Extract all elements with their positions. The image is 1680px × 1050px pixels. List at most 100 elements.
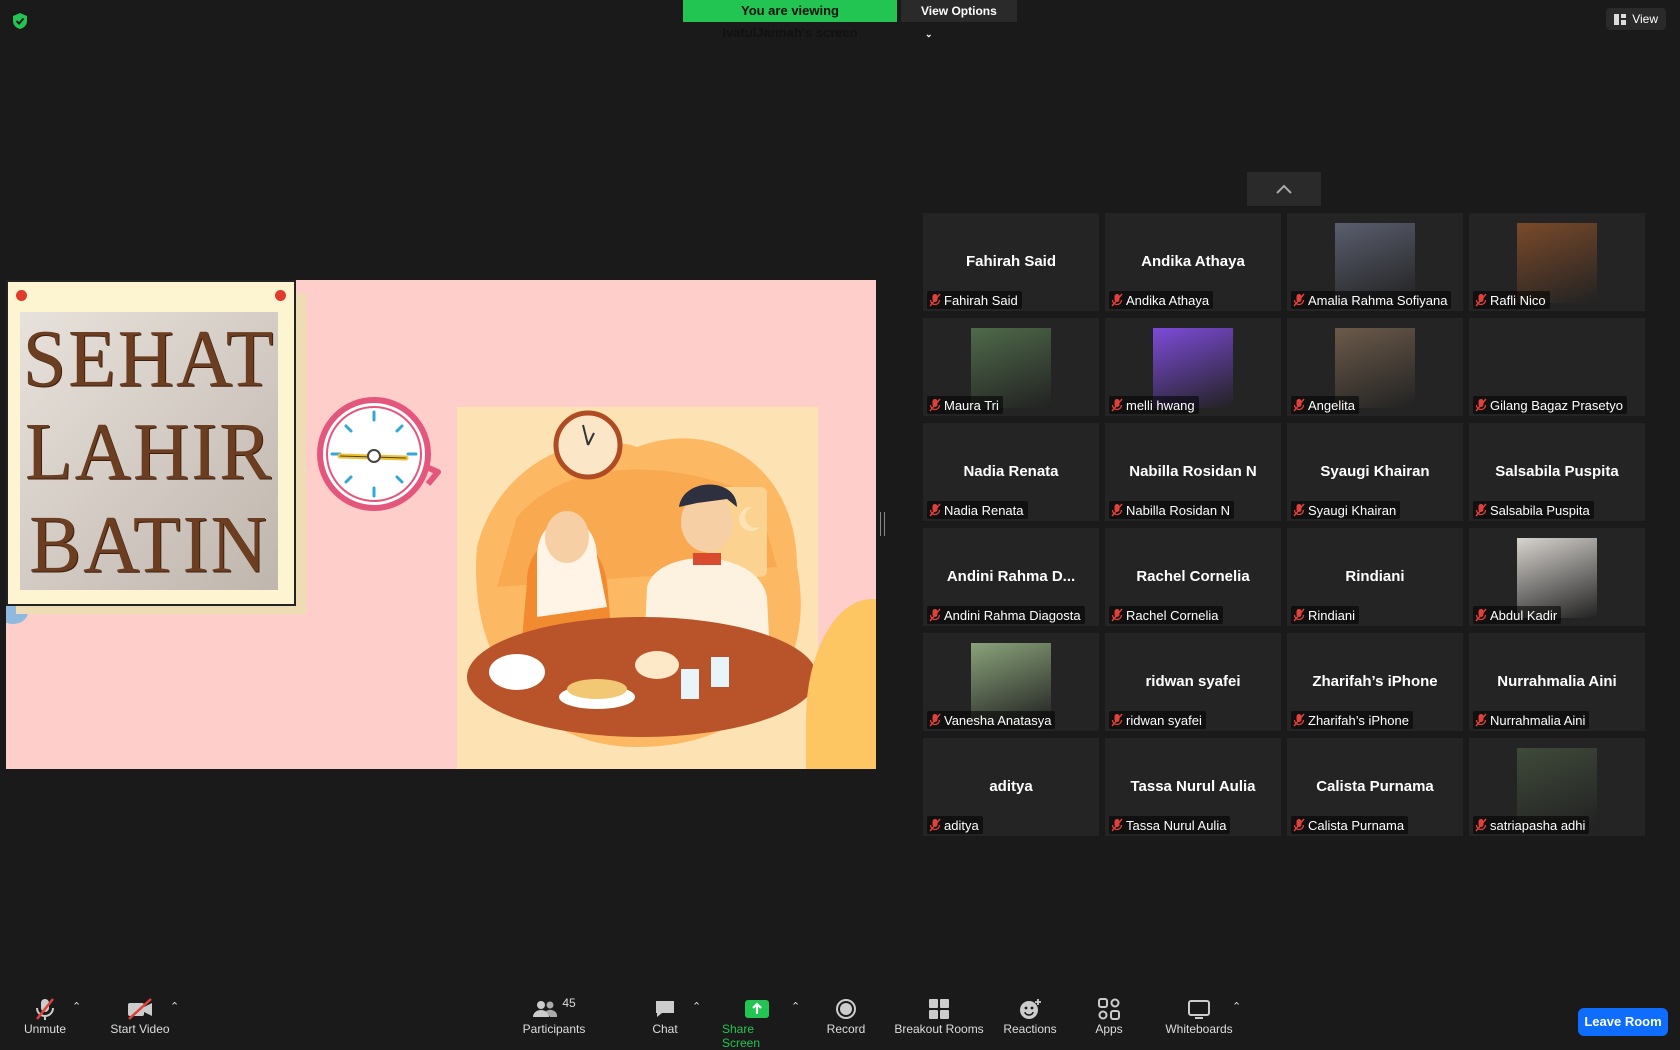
participant-name-label: Vanesha Anatasya (927, 711, 1056, 729)
leave-room-button[interactable]: Leave Room (1578, 1008, 1668, 1036)
participant-name: Calista Purnama (1308, 817, 1405, 833)
participant-tile[interactable]: Calista Purnama Calista Purnama (1287, 738, 1463, 836)
participant-name: Nadia Renata (944, 502, 1024, 518)
participant-name-label: ridwan syafei (1109, 711, 1206, 729)
video-options-caret[interactable]: ⌃ (170, 1000, 179, 1013)
view-layout-button[interactable]: View (1606, 8, 1666, 30)
participant-name: Nurrahmalia Aini (1490, 712, 1586, 728)
participants-button[interactable]: 45 Participants (522, 996, 586, 1036)
participant-display-name: Andini Rahma D... (946, 568, 1076, 585)
participant-tile[interactable]: Rafli Nico (1469, 213, 1645, 311)
start-video-button[interactable]: Start Video (108, 996, 172, 1036)
participant-tile[interactable]: Andini Rahma D... Andini Rahma Diagosta (923, 528, 1099, 626)
microphone-muted-icon (1293, 398, 1305, 412)
microphone-muted-icon (929, 503, 941, 517)
participant-tile[interactable]: Abdul Kadir (1469, 528, 1645, 626)
microphone-muted-icon (1111, 713, 1123, 727)
breakout-rooms-label: Breakout Rooms (894, 1022, 984, 1036)
participant-display-name: Nadia Renata (963, 463, 1059, 480)
participant-name-label: Rindiani (1291, 606, 1359, 624)
microphone-muted-icon (929, 293, 941, 307)
share-options-caret[interactable]: ⌃ (791, 1000, 800, 1013)
microphone-muted-icon (1111, 503, 1123, 517)
participant-tile[interactable]: Amalia Rahma Sofiyana (1287, 213, 1463, 311)
reactions-button[interactable]: Reactions (1002, 996, 1058, 1036)
participant-name-label: Andini Rahma Diagosta (927, 606, 1085, 624)
participant-tile[interactable]: Vanesha Anatasya (923, 633, 1099, 731)
participant-name: Rachel Cornelia (1126, 607, 1219, 623)
microphone-muted-icon (1475, 713, 1487, 727)
participant-tile[interactable]: Fahirah Said Fahirah Said (923, 213, 1099, 311)
participant-tile[interactable]: satriapasha adhi (1469, 738, 1645, 836)
participant-display-name: Rachel Cornelia (1136, 568, 1250, 585)
participant-tile[interactable]: Gilang Bagaz Prasetyo (1469, 318, 1645, 416)
participant-name: Andika Athaya (1126, 292, 1210, 308)
participant-tile[interactable]: Maura Tri (923, 318, 1099, 416)
participant-tile[interactable]: Nabilla Rosidan N Nabilla Rosidan N (1105, 423, 1281, 521)
participant-display-name: Nabilla Rosidan N (1129, 463, 1257, 480)
security-shield-icon[interactable] (12, 12, 28, 30)
gallery-page-up-button[interactable] (1247, 172, 1321, 206)
participant-tile[interactable]: Andika Athaya Andika Athaya (1105, 213, 1281, 311)
microphone-muted-icon (929, 713, 941, 727)
microphone-muted-icon (1475, 398, 1487, 412)
participant-tile[interactable]: Nurrahmalia Aini Nurrahmalia Aini (1469, 633, 1645, 731)
unmute-label: Unmute (23, 1022, 67, 1036)
participant-name: Maura Tri (944, 397, 999, 413)
participant-tile[interactable]: Nadia Renata Nadia Renata (923, 423, 1099, 521)
participant-tile[interactable]: Tassa Nurul Aulia Tassa Nurul Aulia (1105, 738, 1281, 836)
share-screen-button[interactable]: Share Screen (722, 996, 792, 1050)
participant-name-label: Nurrahmalia Aini (1473, 711, 1590, 729)
participants-icon (533, 1001, 558, 1017)
participant-name: Fahirah Said (944, 292, 1018, 308)
participant-display-name: Calista Purnama (1316, 778, 1434, 795)
participant-name: Angelita (1308, 397, 1355, 413)
participant-tile[interactable]: Zharifah’s iPhone Zharifah’s iPhone (1287, 633, 1463, 731)
apps-button[interactable]: Apps (1094, 996, 1124, 1036)
microphone-muted-icon (36, 998, 54, 1020)
participant-tile[interactable]: Rachel Cornelia Rachel Cornelia (1105, 528, 1281, 626)
pin-icon (16, 290, 27, 301)
chat-label: Chat (652, 1022, 678, 1036)
participant-name: Salsabila Puspita (1490, 502, 1590, 518)
participant-name-label: Rafli Nico (1473, 291, 1550, 309)
view-label: View (1632, 12, 1658, 26)
participant-tile[interactable]: ridwan syafei ridwan syafei (1105, 633, 1281, 731)
participant-tile[interactable]: Syaugi Khairan Syaugi Khairan (1287, 423, 1463, 521)
meeting-toolbar: Unmute ⌃ Start Video ⌃ 45 Participants C… (0, 986, 1680, 1050)
chat-button[interactable]: Chat (650, 996, 680, 1036)
whiteboards-button[interactable]: Whiteboards (1164, 996, 1234, 1036)
participant-tile[interactable]: aditya aditya (923, 738, 1099, 836)
participant-name: melli hwang (1126, 397, 1195, 413)
whiteboard-options-caret[interactable]: ⌃ (1232, 1000, 1241, 1013)
participant-name-label: Rachel Cornelia (1109, 606, 1223, 624)
chat-options-caret[interactable]: ⌃ (692, 1000, 701, 1013)
unmute-button[interactable]: Unmute (22, 996, 68, 1036)
audio-options-caret[interactable]: ⌃ (72, 1000, 81, 1013)
participant-name-label: aditya (927, 816, 983, 834)
participant-name-label: Fahirah Said (927, 291, 1022, 309)
view-options-button[interactable]: View Options ⌄ (901, 0, 1017, 39)
microphone-muted-icon (929, 818, 941, 832)
participant-name-label: Angelita (1291, 396, 1359, 414)
pin-icon (275, 290, 286, 301)
clock-icon (317, 397, 441, 511)
participant-display-name: Syaugi Khairan (1320, 463, 1430, 480)
reaction-smiley-icon (1020, 999, 1041, 1019)
participant-tile[interactable]: Salsabila Puspita Salsabila Puspita (1469, 423, 1645, 521)
participant-tile[interactable]: Rindiani Rindiani (1287, 528, 1463, 626)
resize-divider-handle[interactable] (880, 512, 885, 536)
participant-name-label: Calista Purnama (1291, 816, 1409, 834)
breakout-rooms-button[interactable]: Breakout Rooms (894, 996, 984, 1036)
microphone-muted-icon (1293, 608, 1305, 622)
participant-tile[interactable]: Angelita (1287, 318, 1463, 416)
participant-display-name: Salsabila Puspita (1495, 463, 1619, 480)
participant-name-label: Gilang Bagaz Prasetyo (1473, 396, 1627, 414)
shared-screen[interactable]: SEHAT LAHIR BATIN (6, 280, 876, 769)
participant-tile[interactable]: melli hwang (1105, 318, 1281, 416)
record-button[interactable]: Record (826, 996, 866, 1036)
participant-name-label: Nadia Renata (927, 501, 1028, 519)
share-screen-icon (745, 1000, 769, 1018)
participant-display-name: Fahirah Said (965, 253, 1057, 270)
wordmark-line-3: BATIN (29, 497, 269, 589)
